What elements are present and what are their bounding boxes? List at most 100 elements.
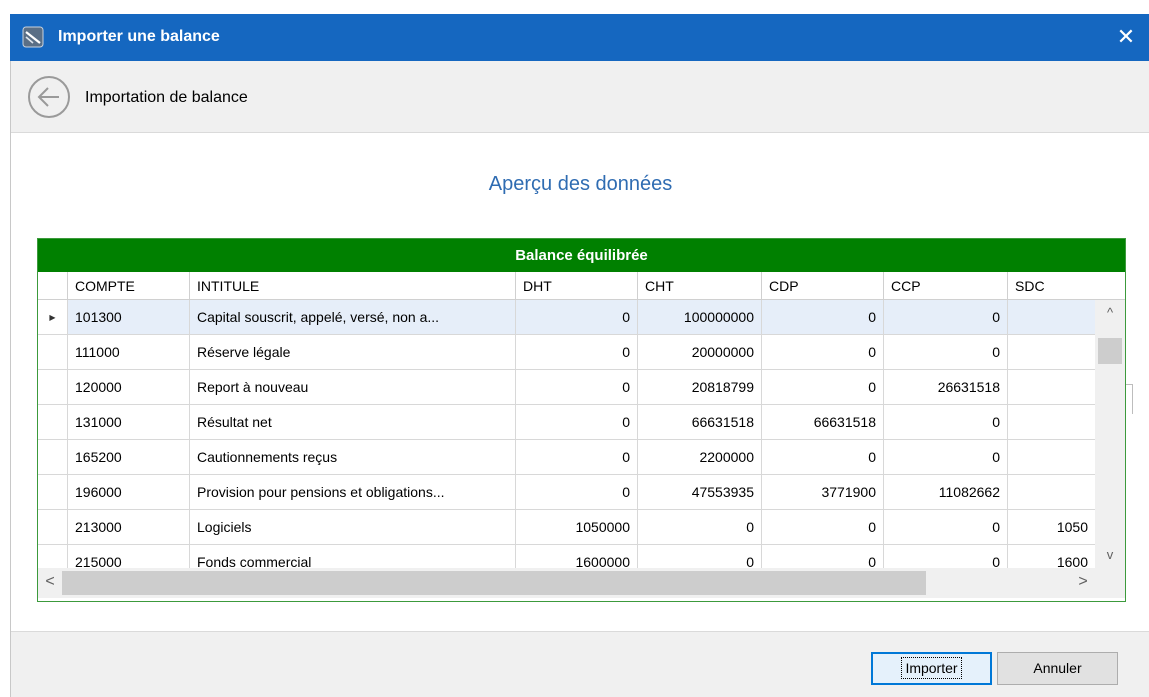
cell-sdc[interactable] xyxy=(1008,475,1095,510)
column-header-intitule[interactable]: INTITULE xyxy=(190,272,516,300)
horizontal-scroll-thumb[interactable] xyxy=(62,571,926,595)
column-header-compte[interactable]: COMPTE xyxy=(68,272,190,300)
row-indicator-cell xyxy=(38,440,68,475)
cell-compte[interactable]: 111000 xyxy=(68,335,190,370)
table-row[interactable]: 215000 Fonds commercial 1600000 0 0 0 16… xyxy=(38,545,1095,568)
cell-cdp[interactable]: 66631518 xyxy=(762,405,884,440)
cell-cdp[interactable]: 0 xyxy=(762,545,884,568)
cell-cht[interactable]: 0 xyxy=(638,545,762,568)
cell-sdc[interactable] xyxy=(1008,440,1095,475)
cell-dht[interactable]: 0 xyxy=(516,475,638,510)
cell-ccp[interactable]: 0 xyxy=(884,545,1008,568)
page-subtitle: Importation de balance xyxy=(85,89,248,106)
grid-body: ▶ 101300 Capital souscrit, appelé, versé… xyxy=(38,300,1095,568)
cell-cdp[interactable]: 0 xyxy=(762,510,884,545)
dialog-footer: Importer Annuler xyxy=(11,631,1149,697)
cell-ccp[interactable]: 0 xyxy=(884,405,1008,440)
column-header-cht[interactable]: CHT xyxy=(638,272,762,300)
cell-ccp[interactable]: 0 xyxy=(884,510,1008,545)
cell-sdc[interactable] xyxy=(1008,300,1095,335)
cell-dht[interactable]: 0 xyxy=(516,405,638,440)
cell-ccp[interactable]: 0 xyxy=(884,335,1008,370)
cell-intitule[interactable]: Logiciels xyxy=(190,510,516,545)
column-header-sdc[interactable]: SDC xyxy=(1008,272,1125,300)
column-header-ccp[interactable]: CCP xyxy=(884,272,1008,300)
scroll-up-icon[interactable]: ^ xyxy=(1095,300,1125,326)
scroll-right-icon[interactable]: > xyxy=(1071,568,1095,598)
cell-compte[interactable]: 196000 xyxy=(68,475,190,510)
cell-compte[interactable]: 120000 xyxy=(68,370,190,405)
cell-ccp[interactable]: 0 xyxy=(884,440,1008,475)
cell-compte[interactable]: 213000 xyxy=(68,510,190,545)
cell-compte[interactable]: 101300 xyxy=(68,300,190,335)
vertical-scrollbar[interactable]: ^ v xyxy=(1095,300,1125,568)
title-bar: Importer une balance ✕ xyxy=(10,14,1149,61)
cell-cdp[interactable]: 0 xyxy=(762,370,884,405)
cell-intitule[interactable]: Provision pour pensions et obligations..… xyxy=(190,475,516,510)
cancel-button[interactable]: Annuler xyxy=(997,652,1118,685)
cell-cht[interactable]: 20000000 xyxy=(638,335,762,370)
cell-dht[interactable]: 0 xyxy=(516,335,638,370)
back-arrow-icon[interactable] xyxy=(27,75,71,119)
cell-compte[interactable]: 165200 xyxy=(68,440,190,475)
page-title: Aperçu des données xyxy=(488,173,673,195)
window-body: Importation de balance Aperçu des donnée… xyxy=(10,61,1149,697)
cell-cht[interactable]: 20818799 xyxy=(638,370,762,405)
import-button[interactable]: Importer xyxy=(871,652,992,685)
cell-cht[interactable]: 100000000 xyxy=(638,300,762,335)
row-indicator-cell xyxy=(38,370,68,405)
cell-compte[interactable]: 215000 xyxy=(68,545,190,568)
app-logo-icon xyxy=(22,26,44,48)
cell-dht[interactable]: 0 xyxy=(516,370,638,405)
cell-cdp[interactable]: 0 xyxy=(762,440,884,475)
vertical-scroll-thumb[interactable] xyxy=(1098,338,1122,364)
table-row[interactable]: 131000 Résultat net 0 66631518 66631518 … xyxy=(38,405,1095,440)
header-indicator-cell xyxy=(38,272,68,300)
scroll-left-icon[interactable]: < xyxy=(38,568,62,598)
cell-cht[interactable]: 66631518 xyxy=(638,405,762,440)
cell-sdc[interactable]: 1050 xyxy=(1008,510,1095,545)
table-row[interactable]: 196000 Provision pour pensions et obliga… xyxy=(38,475,1095,510)
column-header-cdp[interactable]: CDP xyxy=(762,272,884,300)
cell-intitule[interactable]: Cautionnements reçus xyxy=(190,440,516,475)
cell-cdp[interactable]: 3771900 xyxy=(762,475,884,510)
cell-cht[interactable]: 47553935 xyxy=(638,475,762,510)
cell-sdc[interactable] xyxy=(1008,370,1095,405)
cell-intitule[interactable]: Report à nouveau xyxy=(190,370,516,405)
cell-cdp[interactable]: 0 xyxy=(762,335,884,370)
cell-ccp[interactable]: 0 xyxy=(884,300,1008,335)
cell-cht[interactable]: 2200000 xyxy=(638,440,762,475)
cell-sdc[interactable] xyxy=(1008,405,1095,440)
scroll-down-icon[interactable]: v xyxy=(1095,542,1125,568)
cell-compte[interactable]: 131000 xyxy=(68,405,190,440)
cell-dht[interactable]: 0 xyxy=(516,300,638,335)
import-button-label: Importer xyxy=(901,657,962,679)
row-indicator-cell xyxy=(38,405,68,440)
grid-header-row: COMPTE INTITULE DHT CHT CDP CCP SDC xyxy=(38,272,1125,300)
cell-intitule[interactable]: Réserve légale xyxy=(190,335,516,370)
cell-ccp[interactable]: 26631518 xyxy=(884,370,1008,405)
cell-intitule[interactable]: Capital souscrit, appelé, versé, non a..… xyxy=(190,300,516,335)
table-row[interactable]: 213000 Logiciels 1050000 0 0 0 1050 xyxy=(38,510,1095,545)
cell-intitule[interactable]: Fonds commercial xyxy=(190,545,516,568)
cell-intitule[interactable]: Résultat net xyxy=(190,405,516,440)
table-row[interactable]: 120000 Report à nouveau 0 20818799 0 266… xyxy=(38,370,1095,405)
cell-sdc[interactable] xyxy=(1008,335,1095,370)
row-indicator-icon: ▶ xyxy=(38,300,68,335)
table-row[interactable]: ▶ 101300 Capital souscrit, appelé, versé… xyxy=(38,300,1095,335)
scrollbar-corner xyxy=(1095,568,1125,598)
cell-dht[interactable]: 1600000 xyxy=(516,545,638,568)
table-row[interactable]: 111000 Réserve légale 0 20000000 0 0 xyxy=(38,335,1095,370)
cell-cht[interactable]: 0 xyxy=(638,510,762,545)
cell-cdp[interactable]: 0 xyxy=(762,300,884,335)
row-indicator-cell xyxy=(38,335,68,370)
cell-sdc[interactable]: 1600 xyxy=(1008,545,1095,568)
column-header-dht[interactable]: DHT xyxy=(516,272,638,300)
cell-dht[interactable]: 1050000 xyxy=(516,510,638,545)
close-button[interactable]: ✕ xyxy=(1103,14,1149,61)
horizontal-scrollbar[interactable]: < > xyxy=(38,568,1095,598)
table-row[interactable]: 165200 Cautionnements reçus 0 2200000 0 … xyxy=(38,440,1095,475)
cell-ccp[interactable]: 11082662 xyxy=(884,475,1008,510)
row-indicator-cell xyxy=(38,510,68,545)
cell-dht[interactable]: 0 xyxy=(516,440,638,475)
